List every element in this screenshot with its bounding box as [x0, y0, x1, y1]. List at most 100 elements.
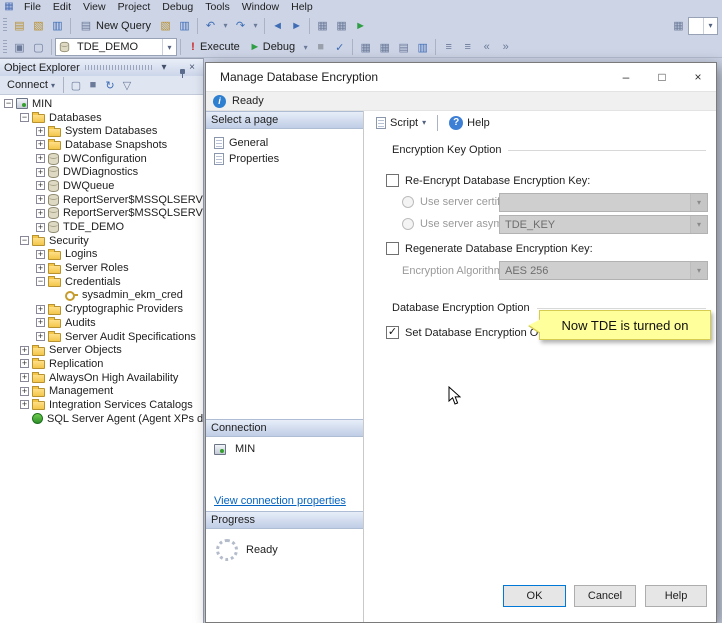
stop-icon[interactable]: ■	[311, 38, 330, 56]
parse-icon[interactable]: ✓	[330, 38, 349, 56]
help-button-bottom[interactable]: Help	[645, 585, 707, 607]
expand-icon[interactable]: +	[36, 167, 45, 177]
regenerate-checkbox[interactable]	[386, 242, 399, 255]
menu-edit[interactable]: Edit	[47, 1, 77, 13]
registered-servers-icon[interactable]: ▦	[332, 17, 351, 35]
asymmetric-key-combo[interactable]: TDE_KEY ▾	[499, 215, 708, 234]
expand-icon[interactable]: +	[20, 400, 29, 410]
panel-menu-icon[interactable]: ▾	[157, 62, 171, 73]
re-encrypt-checkbox[interactable]	[386, 174, 399, 187]
new-file-icon[interactable]: ▤	[10, 17, 29, 35]
disconnect-icon[interactable]: ▢	[68, 76, 84, 94]
use-asymmetric-key-radio[interactable]	[402, 218, 414, 230]
maximize-icon[interactable]: □	[644, 63, 680, 91]
tree-item[interactable]: + AlwaysOn High Availability	[0, 371, 203, 385]
results-text-icon[interactable]: ▤	[394, 38, 413, 56]
tree-item[interactable]: − Credentials	[0, 275, 203, 289]
tree-item[interactable]: + DWQueue	[0, 179, 203, 193]
expand-icon[interactable]: +	[36, 154, 45, 164]
tree-item[interactable]: + Logins	[0, 248, 203, 262]
tree-item[interactable]: + Replication	[0, 357, 203, 371]
help-button[interactable]: ? Help	[445, 113, 494, 133]
panel-drag-grip[interactable]	[84, 65, 152, 70]
save-icon[interactable]: ▥	[48, 17, 67, 35]
change-connection-icon[interactable]: ▢	[29, 38, 48, 56]
tree-item[interactable]: + Server Audit Specifications	[0, 330, 203, 344]
object-explorer-titlebar[interactable]: Object Explorer ▾ ×	[0, 59, 203, 76]
menu-file[interactable]: File	[18, 1, 47, 13]
navigate-back-icon[interactable]: ◄	[268, 17, 287, 35]
close-icon[interactable]: ×	[185, 62, 199, 73]
navigate-forward-icon[interactable]: ►	[287, 17, 306, 35]
comment-icon[interactable]: ≡	[439, 38, 458, 56]
redo-icon[interactable]: ↷	[231, 17, 250, 35]
view-connection-properties-link[interactable]: View connection properties	[214, 495, 355, 507]
results-grid-icon[interactable]: ▦	[375, 38, 394, 56]
uncomment-icon[interactable]: ≡	[458, 38, 477, 56]
minimize-icon[interactable]: –	[608, 63, 644, 91]
toolbar-mini-combo[interactable]: ▾	[688, 16, 718, 35]
expand-icon[interactable]: +	[36, 318, 45, 328]
close-icon[interactable]: ×	[680, 63, 716, 91]
showplan-icon[interactable]: ▦	[356, 38, 375, 56]
tree-item[interactable]: − MIN	[0, 97, 203, 111]
expand-icon[interactable]: +	[36, 332, 45, 342]
debug-dropdown-icon[interactable]: ▾	[300, 38, 311, 56]
tree-item[interactable]: + Integration Services Catalogs	[0, 398, 203, 412]
script-button[interactable]: Script ▾	[372, 113, 430, 133]
tree-item[interactable]: SQL Server Agent (Agent XPs disabl	[0, 412, 203, 426]
menu-window[interactable]: Window	[236, 1, 285, 13]
expand-icon[interactable]: +	[20, 386, 29, 396]
tree-item[interactable]: + DWDiagnostics	[0, 165, 203, 179]
page-item-properties[interactable]: Properties	[206, 151, 363, 167]
database-combo[interactable]: TDE_DEMO ▾	[55, 38, 177, 56]
open-file-icon[interactable]: ▧	[29, 17, 48, 35]
filter-icon[interactable]: ▽	[119, 76, 135, 94]
menu-project[interactable]: Project	[112, 1, 157, 13]
save-all-icon[interactable]: ▥	[175, 17, 194, 35]
refresh-icon[interactable]: ↻	[102, 76, 118, 94]
tree-item[interactable]: + Management	[0, 384, 203, 398]
algorithm-combo[interactable]: AES 256 ▾	[499, 261, 708, 280]
expand-icon[interactable]: +	[36, 304, 45, 314]
collapse-icon[interactable]: −	[20, 113, 29, 123]
expand-icon[interactable]: +	[36, 208, 45, 218]
tree-item[interactable]: + DWConfiguration	[0, 152, 203, 166]
new-query-button[interactable]: ▤ New Query	[74, 16, 156, 35]
cancel-button[interactable]: Cancel	[574, 585, 636, 607]
expand-icon[interactable]: +	[36, 126, 45, 136]
activity-monitor-icon[interactable]: ▦	[313, 17, 332, 35]
open-query-icon[interactable]: ▧	[156, 17, 175, 35]
redo-dropdown-icon[interactable]: ▾	[250, 17, 261, 35]
toolbar-grip[interactable]	[3, 18, 7, 33]
tree-item[interactable]: sysadmin_ekm_cred	[0, 289, 203, 303]
collapse-icon[interactable]: −	[36, 277, 45, 287]
tree-item[interactable]: + System Databases	[0, 124, 203, 138]
find-icon[interactable]: ▦	[669, 17, 688, 35]
save-results-icon[interactable]: ▥	[413, 38, 432, 56]
collapse-icon[interactable]: −	[20, 236, 29, 246]
expand-icon[interactable]: +	[36, 222, 45, 232]
tree-item[interactable]: + Server Roles	[0, 261, 203, 275]
expand-icon[interactable]: +	[36, 181, 45, 191]
execute-button[interactable]: ! Execute	[184, 38, 245, 57]
collapse-icon[interactable]: −	[4, 99, 13, 109]
indent-decrease-icon[interactable]: «	[477, 38, 496, 56]
use-certificate-radio[interactable]	[402, 196, 414, 208]
tree-item[interactable]: + Cryptographic Providers	[0, 302, 203, 316]
set-encryption-checkbox[interactable]: ✓	[386, 326, 399, 339]
indent-increase-icon[interactable]: »	[496, 38, 515, 56]
undo-dropdown-icon[interactable]: ▾	[220, 17, 231, 35]
ok-button[interactable]: OK	[503, 585, 566, 607]
expand-icon[interactable]: +	[20, 345, 29, 355]
menu-help[interactable]: Help	[285, 1, 319, 13]
connect-button[interactable]: Connect ▾	[3, 79, 59, 91]
certificate-combo[interactable]: ▾	[499, 193, 708, 212]
menu-tools[interactable]: Tools	[199, 1, 236, 13]
dialog-titlebar[interactable]: Manage Database Encryption – □ ×	[206, 63, 716, 91]
tree-item[interactable]: + Audits	[0, 316, 203, 330]
debug-button[interactable]: ► Debug	[245, 38, 300, 57]
stop-icon[interactable]: ■	[85, 76, 101, 94]
start-icon[interactable]: ►	[351, 17, 370, 35]
menu-debug[interactable]: Debug	[156, 1, 199, 13]
